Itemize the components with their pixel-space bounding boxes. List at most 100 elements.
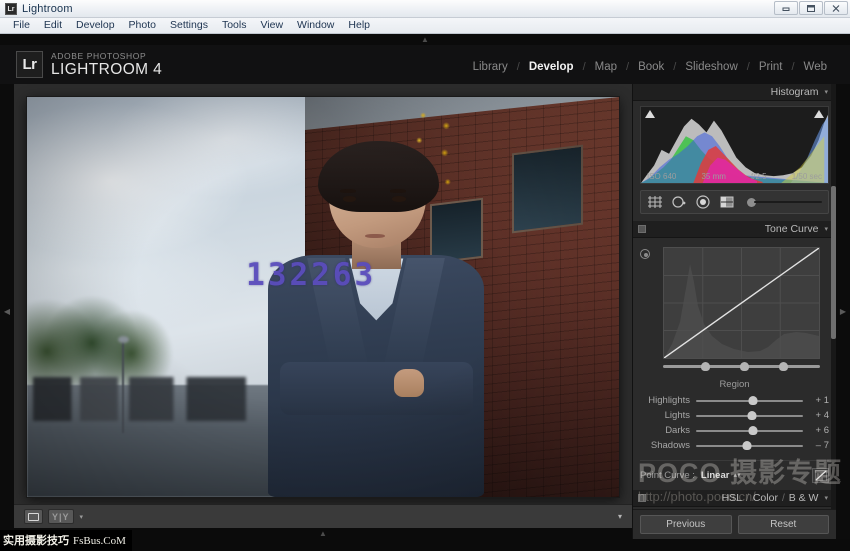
menu-tools[interactable]: Tools xyxy=(215,18,254,33)
module-develop[interactable]: Develop xyxy=(520,61,583,73)
slider-knob-darks[interactable] xyxy=(748,426,758,435)
photo-subject-eye-right xyxy=(392,196,406,202)
toolbar-options-icon[interactable]: ▾ xyxy=(618,512,622,521)
lightroom-logo-icon: Lr xyxy=(16,51,43,78)
spot-removal-tool[interactable] xyxy=(671,195,687,209)
close-button[interactable] xyxy=(824,1,848,15)
chevron-up-icon: ▲ xyxy=(421,34,429,44)
photo-subject-hair xyxy=(317,141,440,213)
exif-focal-length: 35 mm xyxy=(701,172,726,181)
slider-label-darks: Darks xyxy=(665,425,690,436)
chevron-updown-icon[interactable]: ▴▾ xyxy=(733,472,740,479)
slider-knob-highlights[interactable] xyxy=(748,396,758,405)
histogram-panel-header[interactable]: Histogram ▾ xyxy=(633,84,836,101)
window-title: Lightroom xyxy=(22,2,73,15)
red-eye-correction-tool[interactable] xyxy=(695,195,711,209)
module-print[interactable]: Print xyxy=(750,61,792,73)
menu-develop[interactable]: Develop xyxy=(69,18,122,33)
graduated-filter-tool[interactable] xyxy=(719,195,735,209)
hsl-panel-header[interactable]: HSL / Color / B & W ▾ xyxy=(633,490,836,507)
module-web[interactable]: Web xyxy=(795,61,836,73)
point-curve-row: Point Curve : Linear ▴▾ xyxy=(640,460,829,483)
point-curve-value[interactable]: Linear xyxy=(701,470,730,481)
slider-label-lights: Lights xyxy=(664,410,690,421)
photo-preview[interactable]: 132263 xyxy=(27,97,619,497)
app-icon: Lr xyxy=(5,2,17,15)
slider-knob-lights[interactable] xyxy=(747,411,757,420)
hsl-title-bw[interactable]: B & W xyxy=(789,492,819,504)
split-handle-shadows[interactable] xyxy=(700,362,710,371)
left-panel-collapse[interactable]: ◀ xyxy=(0,84,14,539)
slider-track-darks[interactable] xyxy=(696,424,803,437)
chevron-down-icon: ▾ xyxy=(824,89,828,96)
window-controls xyxy=(774,1,848,15)
histogram-graph[interactable]: ISO 640 35 mm f/2.5 1/50 sec xyxy=(640,106,829,184)
crop-overlay-tool[interactable] xyxy=(647,195,663,209)
develop-tool-strip xyxy=(640,190,829,214)
menu-edit[interactable]: Edit xyxy=(37,18,69,33)
tone-curve-panel-header[interactable]: Tone Curve ▾ xyxy=(633,221,836,238)
menu-photo[interactable]: Photo xyxy=(122,18,163,33)
edit-point-curve-button[interactable] xyxy=(812,468,829,483)
tone-curve-graph[interactable] xyxy=(663,247,820,359)
top-panel-collapse-strip[interactable]: ▲ xyxy=(0,34,850,45)
compare-view-button[interactable]: Y|Y xyxy=(48,509,74,524)
split-handle-highlights[interactable] xyxy=(779,362,789,371)
menu-file[interactable]: File xyxy=(6,18,37,33)
photo-subject-brow-right xyxy=(389,188,406,193)
previous-button[interactable]: Previous xyxy=(640,515,732,534)
slider-knob-shadows[interactable] xyxy=(742,441,752,450)
spot-removal-icon xyxy=(672,196,686,208)
slider-value-highlights: + 1 xyxy=(815,395,829,406)
tone-curve-panel-title: Tone Curve xyxy=(764,223,819,235)
slider-value-lights: + 4 xyxy=(815,410,829,421)
hsl-title-hsl[interactable]: HSL xyxy=(722,492,742,504)
develop-right-panel: Histogram ▾ ISO 640 35 mm f/2.5 1/50 sec… xyxy=(632,84,836,539)
view-toolbar: Y|Y ▾ ▾ xyxy=(14,504,632,528)
shadow-clipping-indicator[interactable] xyxy=(645,110,655,118)
chevron-right-icon: ▶ xyxy=(839,307,847,316)
module-map[interactable]: Map xyxy=(586,61,626,73)
slider-label-shadows: Shadows xyxy=(650,440,690,451)
fsbus-watermark: 实用摄影技巧 FsBus.CoM xyxy=(0,530,132,551)
panel-enable-switch[interactable] xyxy=(638,494,646,502)
loupe-view-button[interactable] xyxy=(24,509,43,524)
hsl-title-separator: / xyxy=(746,492,749,504)
slider-track-highlights[interactable] xyxy=(696,394,803,407)
maximize-icon xyxy=(807,4,815,12)
right-panel-collapse[interactable]: ▶ xyxy=(836,84,850,539)
slider-track-shadows[interactable] xyxy=(696,439,803,452)
photo-street-lamp xyxy=(121,341,124,433)
maximize-button[interactable] xyxy=(799,1,823,15)
targeted-adjustment-tool-icon[interactable] xyxy=(640,249,650,259)
brush-size-track[interactable] xyxy=(754,201,822,203)
red-eye-correction-icon xyxy=(696,195,710,209)
module-library[interactable]: Library xyxy=(464,61,517,73)
brush-size-slider[interactable] xyxy=(747,197,822,207)
hsl-title-color[interactable]: Color xyxy=(753,492,778,504)
exif-aperture: f/2.5 xyxy=(751,172,767,181)
reset-button[interactable]: Reset xyxy=(737,515,829,534)
module-slideshow[interactable]: Slideshow xyxy=(676,61,746,73)
photo-canvas[interactable]: 132263 xyxy=(14,84,632,504)
histogram-panel-body: ISO 640 35 mm f/2.5 1/50 sec xyxy=(633,101,836,221)
highlight-clipping-indicator[interactable] xyxy=(814,110,824,118)
slider-row-darks: Darks + 6 xyxy=(640,424,829,437)
minimize-button[interactable] xyxy=(774,1,798,15)
tone-curve-split-controls xyxy=(663,361,820,372)
menu-window[interactable]: Window xyxy=(290,18,341,33)
menu-settings[interactable]: Settings xyxy=(163,18,215,33)
lightroom-app: ▲ Lr ADOBE PHOTOSHOP LIGHTROOM 4 Library… xyxy=(0,34,850,551)
split-handle-midtones[interactable] xyxy=(739,362,749,371)
identity-plate[interactable]: Lr ADOBE PHOTOSHOP LIGHTROOM 4 xyxy=(16,51,162,78)
menu-help[interactable]: Help xyxy=(341,18,377,33)
right-panel-scrollbar[interactable] xyxy=(831,84,836,509)
brand-small: ADOBE PHOTOSHOP xyxy=(51,50,147,61)
scrollbar-thumb[interactable] xyxy=(831,186,836,339)
menu-view[interactable]: View xyxy=(253,18,290,33)
module-book[interactable]: Book xyxy=(629,61,673,73)
histogram-panel-title: Histogram xyxy=(770,86,819,98)
slider-track-lights[interactable] xyxy=(696,409,803,422)
chevron-down-icon[interactable]: ▾ xyxy=(80,513,84,521)
panel-enable-switch[interactable] xyxy=(638,225,646,233)
